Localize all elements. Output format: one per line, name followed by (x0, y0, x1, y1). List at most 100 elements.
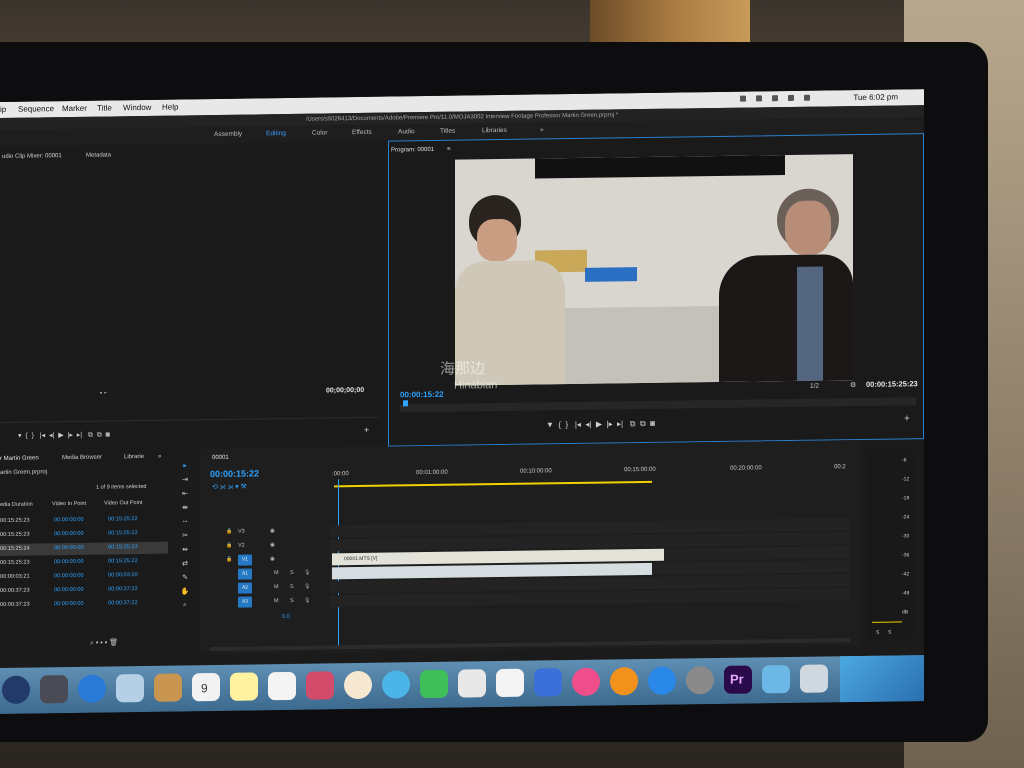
lock-icon[interactable]: 🔒 (226, 529, 232, 535)
facetime-icon[interactable] (420, 669, 448, 699)
workspace-libraries[interactable]: Libraries (482, 123, 507, 139)
notes-icon[interactable] (230, 672, 258, 701)
menu-item-marker[interactable]: Marker (62, 101, 87, 117)
microphone-icon[interactable]: 🎙 (304, 598, 310, 604)
track-label-a3[interactable]: A3 (238, 596, 252, 608)
add-button-icon[interactable]: + (364, 425, 369, 435)
settings-icon[interactable]: ▪ ⌐ (100, 391, 107, 397)
eye-icon[interactable]: ◉ (270, 556, 275, 562)
menu-item-window[interactable]: Window (123, 100, 151, 116)
solo-button[interactable]: S (290, 570, 294, 576)
program-playhead[interactable] (403, 400, 408, 407)
track-label-a1[interactable]: A1 (238, 568, 252, 580)
zoom-tool-icon[interactable]: ⌕ (180, 601, 190, 610)
microphone-icon[interactable]: 🎙 (304, 584, 310, 590)
premiere-pro-icon[interactable]: Pr (724, 665, 752, 694)
menu-item-help[interactable]: Help (162, 100, 178, 116)
track-label-v2[interactable]: V2 (238, 543, 245, 549)
table-row[interactable]: 00:15:25:23 00:00:00:00 00:15:25:22 (0, 528, 168, 542)
ibooks-icon[interactable] (610, 667, 638, 696)
column-video-in-point[interactable]: Video In Point (52, 501, 86, 507)
column-video-out-point[interactable]: Video Out Point (104, 500, 142, 507)
mute-button[interactable]: M (274, 598, 279, 604)
workspace-assembly[interactable]: Assembly (214, 127, 242, 143)
calendar-icon[interactable]: 9 (192, 672, 220, 702)
contacts-icon[interactable] (154, 673, 182, 702)
table-row[interactable]: 00:15:25:23 00:00:00:00 00:15:25:22 (0, 556, 168, 570)
menubar-clock[interactable]: Tue 6:02 pm (853, 89, 898, 106)
menu-item-file[interactable]: ip (0, 102, 6, 118)
itunes-icon[interactable] (572, 667, 600, 697)
lock-icon[interactable]: 🔒 (226, 543, 232, 549)
launchpad-icon[interactable] (40, 675, 68, 704)
track-label-a2[interactable]: A2 (238, 582, 252, 594)
system-preferences-icon[interactable] (686, 666, 714, 695)
table-row[interactable]: 00:00:37:23 00:00:00:00 00:00:37:22 (0, 584, 168, 598)
workspace-overflow[interactable]: » (540, 122, 544, 138)
tab-libraries[interactable]: Librarie (124, 454, 144, 460)
menu-item-title[interactable]: Title (97, 100, 112, 116)
resolution-select[interactable]: 1/2 (810, 383, 819, 390)
rate-stretch-tool-icon[interactable]: ↔ (180, 517, 190, 526)
trash-icon[interactable] (800, 664, 828, 693)
hand-tool-icon[interactable]: ✋ (180, 587, 190, 596)
bluetooth-icon[interactable] (756, 95, 762, 102)
photo-booth-icon[interactable] (306, 671, 334, 700)
timeline-snap-icons[interactable]: ⟲ ⟗ ⟕ ▾ ⚒ (212, 483, 247, 492)
mute-button[interactable]: M (274, 584, 279, 590)
preview-icon[interactable] (116, 673, 144, 703)
meter-solo-left[interactable]: S (876, 630, 879, 636)
photos-icon[interactable] (344, 670, 372, 700)
rolling-edit-tool-icon[interactable]: ⇼ (180, 503, 190, 512)
program-transport-controls[interactable]: ▼ { } |◂ ◂| ▶ |▸ ▸| ⧉ ⧉ ◙ (546, 419, 655, 431)
track-select-tool-icon[interactable]: ⇥ (180, 475, 190, 484)
master-volume-value[interactable]: 0.0 (282, 614, 290, 620)
workspace-audio[interactable]: Audio (398, 124, 415, 140)
meter-solo-right[interactable]: S (888, 630, 891, 636)
reminders-icon[interactable] (268, 671, 296, 701)
selection-tool-icon[interactable]: ▸ (180, 461, 190, 470)
wrench-icon[interactable]: ⚙ (850, 381, 856, 389)
column-media-duration[interactable]: edia Duration (0, 502, 33, 508)
tabs-overflow[interactable]: » (158, 454, 161, 460)
keynote-podium-icon[interactable] (534, 668, 562, 697)
razor-tool-icon[interactable]: ✂ (180, 531, 190, 540)
track-label-v1[interactable]: V1 (238, 554, 252, 566)
tab-project[interactable]: r Martin Green (0, 455, 39, 462)
timeline-timecode[interactable]: 00:00:15:22 (210, 468, 259, 479)
solo-button[interactable]: S (290, 598, 294, 604)
messages-icon[interactable] (382, 670, 410, 699)
workspace-effects[interactable]: Effects (352, 125, 372, 141)
workspace-editing[interactable]: Editing (266, 126, 286, 142)
table-row[interactable]: 00:15:25:24 00:00:00:00 00:15:25:23 (0, 541, 168, 556)
source-transport-controls[interactable]: ▾ { } |◂ ◂| ▶ |▸ ▸| ⧉ ⧉ ◙ (18, 430, 110, 440)
panel-menu-icon[interactable]: ≡ (447, 147, 451, 153)
flag-icon[interactable] (804, 94, 810, 101)
keynote-icon[interactable] (458, 669, 486, 698)
lock-icon[interactable]: 🔒 (226, 557, 232, 563)
solo-button[interactable]: S (290, 584, 294, 590)
table-row[interactable]: 00:15:25:23 00:00:00:00 00:15:25:22 (0, 514, 168, 528)
tab-audio-clip-mixer[interactable]: udio Clip Mixer: 00001 (2, 153, 62, 160)
tab-media-browser[interactable]: Media Browser (62, 455, 102, 462)
battery-icon[interactable] (788, 94, 794, 101)
wifi-icon[interactable] (772, 95, 778, 102)
add-button-icon[interactable]: + (904, 413, 910, 424)
ripple-edit-tool-icon[interactable]: ⇤ (180, 489, 190, 498)
menu-item-sequence[interactable]: Sequence (18, 101, 54, 118)
slide-tool-icon[interactable]: ⇄ (180, 559, 190, 568)
workspace-color[interactable]: Color (312, 125, 328, 141)
numbers-icon[interactable] (496, 668, 524, 698)
mute-button[interactable]: M (274, 570, 279, 576)
table-row[interactable]: 00:00:37:23 00:00:00:00 00:00:37:22 (0, 598, 168, 612)
track-label-v3[interactable]: V3 (238, 529, 245, 535)
tab-metadata[interactable]: Metadata (86, 152, 111, 158)
app-store-icon[interactable] (648, 666, 676, 695)
eye-icon[interactable]: ◉ (270, 542, 275, 548)
program-tab[interactable]: Program: 00001 (391, 147, 434, 154)
table-row[interactable]: 00:00:03:21 00:00:00:00 00:00:03:20 (0, 570, 168, 584)
eye-icon[interactable]: ◉ (270, 528, 275, 534)
finder-folder-icon[interactable] (762, 664, 790, 694)
timeline-tab[interactable]: 00001 (212, 455, 229, 461)
airplay-icon[interactable] (740, 95, 746, 102)
